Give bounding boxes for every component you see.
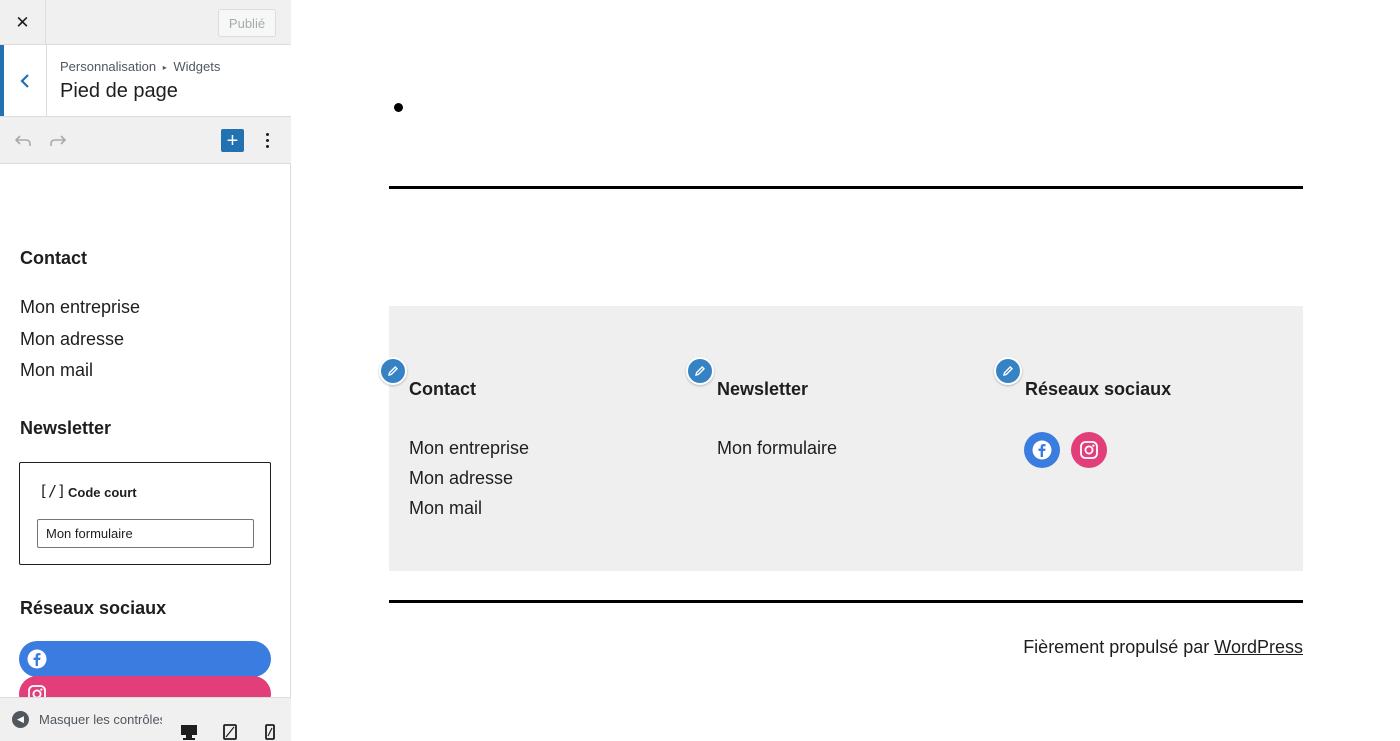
footer-newsletter-title: Newsletter (717, 379, 809, 399)
wordpress-link[interactable]: WordPress (1214, 637, 1303, 657)
desktop-icon (181, 725, 197, 740)
separator-top (389, 186, 1303, 189)
hide-controls-button[interactable]: ◀ Masquer les contrôles (12, 711, 162, 728)
footer-instagram-link[interactable] (1071, 432, 1107, 468)
undo-button[interactable] (12, 130, 34, 152)
shortcode-icon: [/] (39, 482, 67, 500)
footer-credit: Fièrement propulsé par WordPress (1023, 637, 1303, 658)
pencil-icon (1003, 366, 1013, 376)
section-title: Pied de page (60, 80, 178, 102)
block-toolbar: + (0, 117, 291, 164)
breadcrumb-root: Personnalisation (60, 59, 157, 74)
shortcode-label: Code court (68, 485, 137, 500)
newsletter-heading[interactable]: Newsletter (20, 418, 111, 439)
pencil-icon (695, 366, 705, 376)
close-icon: ✕ (15, 12, 30, 32)
widgets-editor: Contact Mon entreprise Mon adresse Mon m… (0, 164, 291, 697)
social-heading[interactable]: Réseaux sociaux (20, 598, 166, 619)
shortcode-block[interactable]: [/] Code court Mon formulaire (19, 462, 271, 565)
breadcrumb-current: Widgets (173, 59, 221, 74)
tablet-icon (223, 724, 237, 740)
edit-contact-widget-button[interactable] (379, 357, 407, 385)
redo-icon (50, 135, 67, 146)
facebook-icon (1032, 440, 1052, 460)
collapse-arrow-icon: ◀ (12, 711, 29, 728)
contact-line[interactable]: Mon mail (20, 360, 93, 381)
facebook-link-block[interactable] (19, 641, 271, 677)
kebab-dot-icon (265, 133, 269, 136)
shortcode-input[interactable]: Mon formulaire (37, 519, 254, 548)
footer-facebook-link[interactable] (1024, 432, 1060, 468)
chevron-left-icon (20, 73, 29, 88)
back-button[interactable] (0, 45, 47, 116)
credit-text: Fièrement propulsé par (1023, 637, 1210, 657)
footer-newsletter-line: Mon formulaire (717, 438, 838, 458)
bottom-bar: ◀ Masquer les contrôles (0, 697, 291, 741)
contact-line[interactable]: Mon entreprise (20, 297, 140, 318)
kebab-dot-icon (265, 145, 269, 148)
instagram-icon (28, 685, 46, 697)
redo-button[interactable] (47, 130, 69, 152)
pencil-icon (388, 366, 398, 376)
edit-social-widget-button[interactable] (994, 357, 1022, 385)
close-customizer-button[interactable]: ✕ (0, 0, 46, 45)
tablet-preview-button[interactable] (220, 723, 240, 741)
footer-contact-line: Mon entreprise (409, 438, 530, 458)
footer-contact-line: Mon mail (409, 498, 483, 518)
footer-contact-line: Mon adresse (409, 468, 514, 488)
separator-bottom (389, 600, 1303, 603)
more-options-button[interactable] (258, 129, 276, 152)
list-bullet (394, 103, 403, 112)
footer-social-title: Réseaux sociaux (1025, 379, 1172, 399)
contact-heading[interactable]: Contact (20, 248, 87, 269)
facebook-icon (27, 649, 47, 669)
section-header: Personnalisation ▸ Widgets Pied de page (0, 45, 291, 117)
mobile-icon (265, 724, 275, 740)
instagram-icon (1080, 441, 1098, 459)
breadcrumb: Personnalisation ▸ Widgets (60, 59, 220, 74)
kebab-dot-icon (265, 139, 269, 142)
undo-icon (14, 135, 31, 146)
publish-button[interactable]: Publié (218, 9, 276, 37)
mobile-preview-button[interactable] (260, 723, 280, 741)
desktop-preview-button[interactable] (179, 723, 199, 741)
customizer-topbar: ✕ Publié (0, 0, 291, 45)
instagram-link-block[interactable] (19, 676, 271, 697)
add-block-button[interactable]: + (221, 129, 244, 152)
hide-controls-label: Masquer les contrôles (39, 712, 162, 727)
footer-contact-title: Contact (409, 379, 476, 399)
breadcrumb-separator: ▸ (162, 63, 167, 72)
contact-line[interactable]: Mon adresse (20, 329, 124, 350)
customizer-sidebar: ✕ Publié Personnalisation ▸ Widgets Pied… (0, 0, 291, 741)
plus-icon: + (226, 129, 239, 152)
edit-newsletter-widget-button[interactable] (686, 357, 714, 385)
